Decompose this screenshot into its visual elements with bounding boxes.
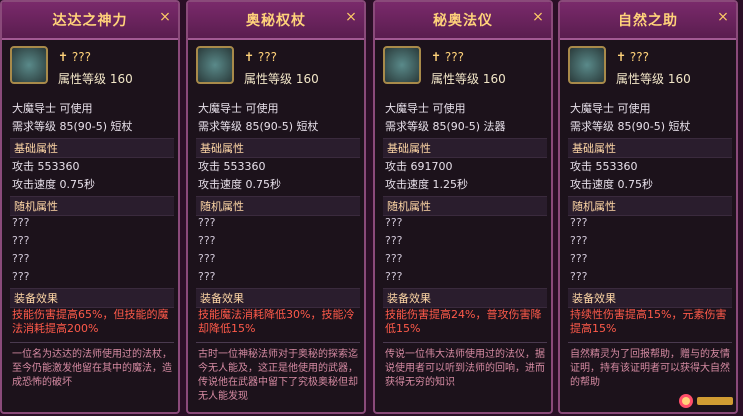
random-attribute: ??? (198, 252, 216, 265)
close-icon[interactable]: ⨯ (158, 10, 172, 24)
random-attribute: ??? (12, 270, 30, 283)
attack-stat: 攻击 691700 (385, 160, 453, 173)
section-title: 随机属性 (200, 200, 244, 213)
base-attributes-section: 基础属性 (10, 138, 174, 158)
class-usable: 大魔导士 可使用 (385, 102, 466, 115)
required-level: 需求等级 85(90-5) 法器 (385, 120, 506, 133)
section-title: 装备效果 (14, 292, 58, 305)
requirement-line: ✝ ??? (431, 50, 464, 64)
close-icon[interactable]: ⨯ (716, 10, 730, 24)
attribute-level: 属性等级 160 (58, 72, 133, 86)
card-title: 达达之神力 (52, 13, 128, 29)
random-attribute: ??? (570, 252, 588, 265)
attack-speed-stat: 攻击速度 0.75秒 (12, 178, 95, 191)
base-attributes-section: 基础属性 (196, 138, 360, 158)
required-level: 需求等级 85(90-5) 短杖 (12, 120, 133, 133)
section-title: 基础属性 (387, 142, 431, 155)
item-card: 秘奥法仪 ⨯ ✝ ??? 属性等级 160 大魔导士 可使用需求等级 85(90-5) … (373, 0, 553, 414)
attack-speed-stat: 攻击速度 0.75秒 (570, 178, 653, 191)
class-usable: 大魔导士 可使用 (570, 102, 651, 115)
random-attributes-section: 随机属性 (10, 196, 174, 216)
divider (568, 342, 732, 343)
section-title: 装备效果 (200, 292, 244, 305)
card-title: 奥秘权杖 (246, 13, 306, 29)
random-attribute: ??? (385, 252, 403, 265)
random-attribute: ??? (12, 252, 30, 265)
lore-text: 古时一位神秘法师对于奥秘的探索迄今无人能及，这正是他使用的武器，传说他在武器中留… (198, 349, 358, 402)
lore-text: 自然精灵为了回报帮助，赠与的友情证明，持有该证明者可以获得大自然的帮助 (570, 349, 730, 388)
close-icon[interactable]: ⨯ (344, 10, 358, 24)
divider (383, 342, 547, 343)
staff-icon (568, 46, 606, 84)
attribute-level: 属性等级 160 (244, 72, 319, 86)
requirement-line: ✝ ??? (58, 50, 91, 64)
item-card: 奥秘权杖 ⨯ ✝ ??? 属性等级 160 大魔导士 可使用需求等级 85(90-5) … (186, 0, 366, 414)
random-attribute: ??? (385, 234, 403, 247)
attack-stat: 攻击 553360 (198, 160, 266, 173)
equip-effect: 技能魔法消耗降低30%，技能冷却降低15% (198, 308, 355, 335)
lore-text: 传说一位伟大法师使用过的法仪，据说使用者可以听到法师的回响，进而获得无穷的知识 (385, 349, 545, 388)
requirement-line: ✝ ??? (616, 50, 649, 64)
card-header: 秘奥法仪 ⨯ (375, 2, 551, 40)
random-attribute: ??? (12, 216, 30, 229)
random-attributes-section: 随机属性 (383, 196, 547, 216)
attack-stat: 攻击 553360 (570, 160, 638, 173)
equip-effect-section: 装备效果 (383, 288, 547, 308)
class-usable: 大魔导士 可使用 (12, 102, 93, 115)
required-level: 需求等级 85(90-5) 短杖 (198, 120, 319, 133)
staff-icon (196, 46, 234, 84)
class-usable: 大魔导士 可使用 (198, 102, 279, 115)
section-title: 基础属性 (14, 142, 58, 155)
equip-effect-section: 装备效果 (568, 288, 732, 308)
item-card: 自然之助 ⨯ ✝ ??? 属性等级 160 大魔导士 可使用需求等级 85(90-5) … (558, 0, 738, 414)
attribute-level: 属性等级 160 (431, 72, 506, 86)
divider (10, 342, 174, 343)
equip-effect: 技能伤害提高24%，普攻伤害降低15% (385, 308, 542, 335)
random-attribute: ??? (12, 234, 30, 247)
attack-speed-stat: 攻击速度 0.75秒 (198, 178, 281, 191)
random-attribute: ??? (198, 216, 216, 229)
equip-effect: 持续性伤害提高15%，元素伤害提高15% (570, 308, 727, 335)
section-title: 随机属性 (14, 200, 58, 213)
section-title: 装备效果 (572, 292, 616, 305)
section-title: 装备效果 (387, 292, 431, 305)
requirement-line: ✝ ??? (244, 50, 277, 64)
random-attribute: ??? (198, 234, 216, 247)
random-attribute: ??? (198, 270, 216, 283)
random-attribute: ??? (570, 270, 588, 283)
section-title: 随机属性 (387, 200, 431, 213)
required-level: 需求等级 85(90-5) 短杖 (570, 120, 691, 133)
random-attributes-section: 随机属性 (196, 196, 360, 216)
watermark-logo-icon (679, 394, 733, 408)
attack-stat: 攻击 553360 (12, 160, 80, 173)
section-title: 随机属性 (572, 200, 616, 213)
equip-effect-section: 装备效果 (10, 288, 174, 308)
base-attributes-section: 基础属性 (568, 138, 732, 158)
random-attribute: ??? (385, 216, 403, 229)
section-title: 基础属性 (200, 142, 244, 155)
lore-text: 一位名为达达的法师使用过的法杖，至今仍能激发他留在其中的魔法，造成恐怖的破坏 (12, 349, 172, 388)
attribute-level: 属性等级 160 (616, 72, 691, 86)
attack-speed-stat: 攻击速度 1.25秒 (385, 178, 468, 191)
card-title: 自然之助 (618, 13, 678, 29)
base-attributes-section: 基础属性 (383, 138, 547, 158)
card-title: 秘奥法仪 (433, 13, 493, 29)
magic-device-icon (383, 46, 421, 84)
random-attributes-section: 随机属性 (568, 196, 732, 216)
divider (196, 342, 360, 343)
card-header: 达达之神力 ⨯ (2, 2, 178, 40)
equip-effect: 技能伤害提高65%，但技能的魔法消耗提高200% (12, 308, 169, 335)
random-attribute: ??? (385, 270, 403, 283)
random-attribute: ??? (570, 216, 588, 229)
card-header: 自然之助 ⨯ (560, 2, 736, 40)
close-icon[interactable]: ⨯ (531, 10, 545, 24)
equip-effect-section: 装备效果 (196, 288, 360, 308)
card-header: 奥秘权杖 ⨯ (188, 2, 364, 40)
random-attribute: ??? (570, 234, 588, 247)
section-title: 基础属性 (572, 142, 616, 155)
staff-icon (10, 46, 48, 84)
watermark-logo (677, 392, 737, 410)
item-card: 达达之神力 ⨯ ✝ ??? 属性等级 160 大魔导士 可使用需求等级 85(90-5)… (0, 0, 180, 414)
